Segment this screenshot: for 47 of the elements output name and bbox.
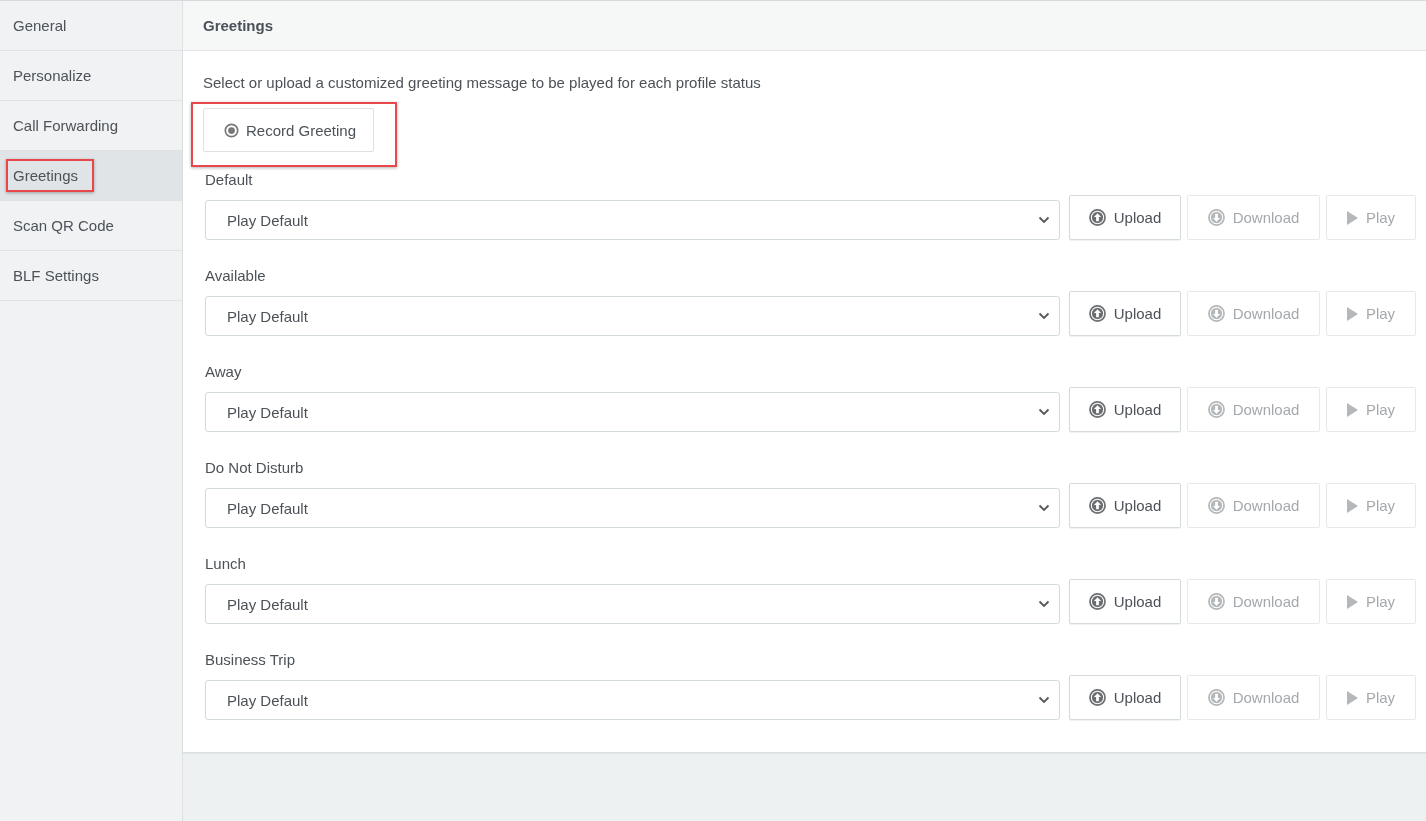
- greeting-label: Do Not Disturb: [205, 458, 304, 478]
- arrow-down-circle-icon: [1207, 497, 1225, 514]
- arrow-up-circle-icon: [1088, 593, 1106, 610]
- greeting-select[interactable]: Play Default: [205, 488, 1060, 528]
- chevron-down-icon: [1038, 216, 1050, 224]
- arrow-down-circle-icon: [1207, 593, 1225, 610]
- play-icon: [1346, 498, 1358, 513]
- greeting-label: Available: [205, 266, 266, 286]
- play-icon: [1346, 306, 1358, 321]
- chevron-down-icon: [1038, 312, 1050, 320]
- play-icon: [1346, 402, 1358, 417]
- upload-button[interactable]: Upload: [1069, 291, 1181, 336]
- chevron-down-icon: [1038, 504, 1050, 512]
- greeting-label: Lunch: [205, 554, 246, 574]
- upload-button[interactable]: Upload: [1069, 579, 1181, 624]
- chevron-down-icon: [1038, 600, 1050, 608]
- upload-button[interactable]: Upload: [1069, 387, 1181, 432]
- play-icon: [1346, 690, 1358, 705]
- chevron-down-icon: [1038, 408, 1050, 416]
- greeting-label: Away: [205, 362, 242, 382]
- upload-button[interactable]: Upload: [1069, 195, 1181, 240]
- description-text: Select or upload a customized greeting message to be played for each profile status: [203, 73, 762, 93]
- arrow-up-circle-icon: [1088, 209, 1106, 226]
- greeting-select[interactable]: Play Default: [205, 296, 1060, 336]
- arrow-down-circle-icon: [1207, 689, 1225, 706]
- greeting-select[interactable]: Play Default: [205, 392, 1060, 432]
- panel-title: Greetings: [203, 17, 274, 34]
- arrow-up-circle-icon: [1088, 689, 1106, 706]
- play-icon: [1346, 210, 1358, 225]
- greeting-select[interactable]: Play Default: [205, 680, 1060, 720]
- arrow-up-circle-icon: [1088, 401, 1106, 418]
- dot-circle-icon: [224, 122, 239, 138]
- greeting-label: Default: [205, 170, 253, 190]
- upload-button[interactable]: Upload: [1069, 675, 1181, 720]
- arrow-up-circle-icon: [1088, 497, 1106, 514]
- greeting-select[interactable]: Play Default: [205, 200, 1060, 240]
- play-icon: [1346, 594, 1358, 609]
- upload-button[interactable]: Upload: [1069, 483, 1181, 528]
- sidebar-item[interactable]: Greetings: [0, 151, 182, 201]
- arrow-up-circle-icon: [1088, 305, 1106, 322]
- chevron-down-icon: [1038, 696, 1050, 704]
- greeting-select[interactable]: Play Default: [205, 584, 1060, 624]
- arrow-down-circle-icon: [1207, 305, 1225, 322]
- arrow-down-circle-icon: [1207, 401, 1225, 418]
- record-greeting-button[interactable]: Record Greeting: [203, 108, 375, 152]
- arrow-down-circle-icon: [1207, 209, 1225, 226]
- greeting-label: Business Trip: [205, 650, 296, 670]
